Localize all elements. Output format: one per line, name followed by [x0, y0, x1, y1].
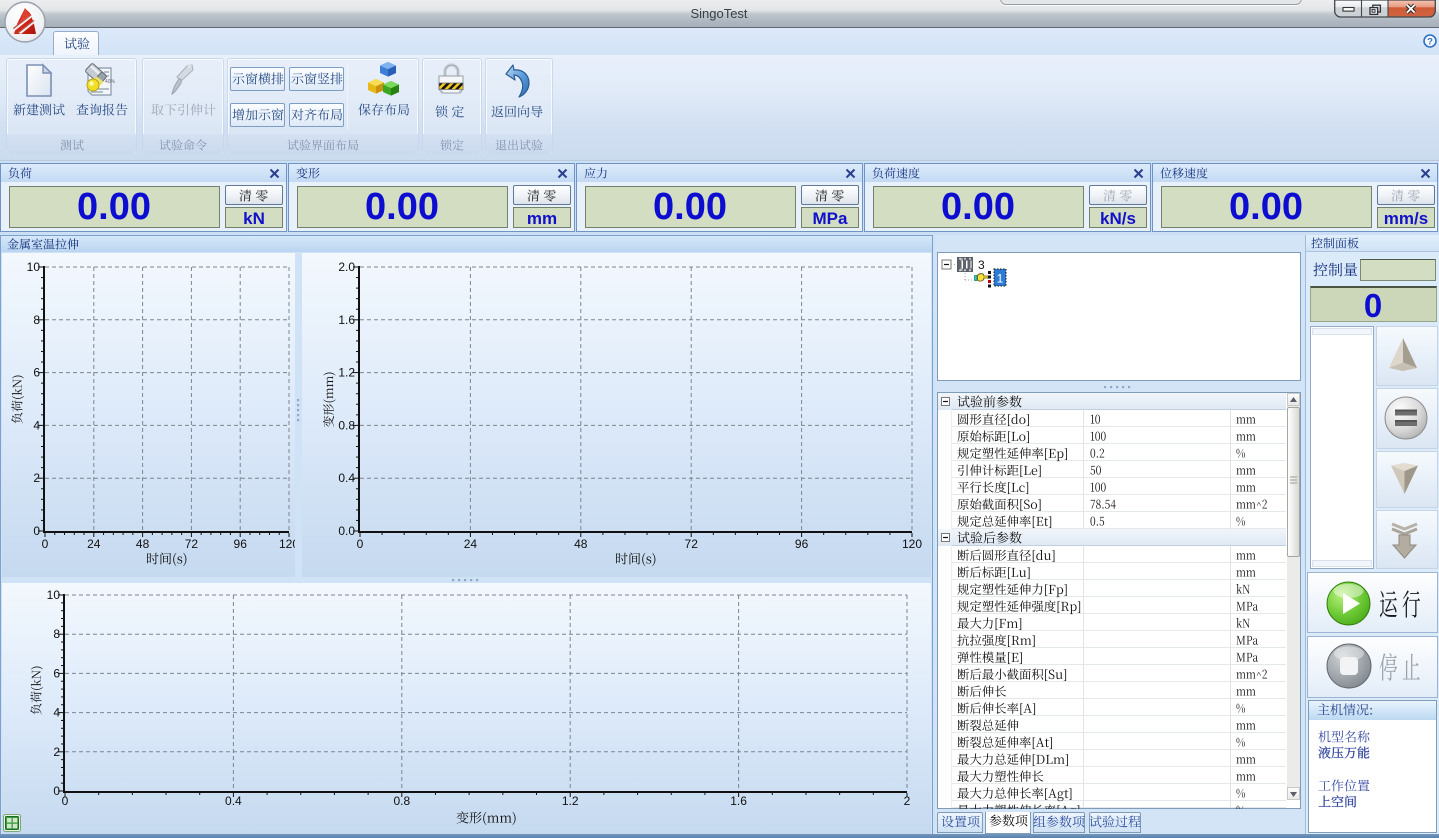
svg-text:24: 24 — [87, 537, 101, 551]
svg-text:8: 8 — [53, 627, 60, 641]
svg-text:4: 4 — [33, 418, 40, 432]
svg-text:1.2: 1.2 — [562, 794, 579, 808]
svg-text:1.6: 1.6 — [338, 313, 355, 327]
svg-text:6: 6 — [53, 666, 60, 680]
svg-text:24: 24 — [464, 537, 478, 551]
svg-text:0.8: 0.8 — [338, 418, 355, 432]
svg-text:48: 48 — [574, 537, 588, 551]
svg-text:4: 4 — [53, 706, 60, 720]
svg-text:1: 1 — [997, 272, 1004, 286]
svg-text:0: 0 — [62, 794, 69, 808]
svg-text:10: 10 — [47, 588, 61, 602]
svg-text:72: 72 — [685, 537, 699, 551]
svg-text:2.0: 2.0 — [338, 260, 355, 274]
svg-text:1.6: 1.6 — [730, 794, 747, 808]
svg-text:2: 2 — [53, 745, 60, 759]
svg-text:0.0: 0.0 — [338, 524, 355, 538]
svg-text:0: 0 — [33, 524, 40, 538]
svg-text:2: 2 — [904, 794, 911, 808]
svg-text:0: 0 — [357, 537, 364, 551]
svg-text:40%: 40% — [105, 79, 116, 85]
svg-text:72: 72 — [185, 537, 199, 551]
svg-text:120: 120 — [902, 537, 922, 551]
svg-text:1.2: 1.2 — [338, 366, 355, 380]
svg-text:0.8: 0.8 — [393, 794, 410, 808]
svg-text:8: 8 — [33, 313, 40, 327]
svg-text:?: ? — [1427, 36, 1433, 47]
svg-text:3: 3 — [978, 258, 985, 272]
svg-text:10: 10 — [27, 260, 41, 274]
svg-text:96: 96 — [234, 537, 248, 551]
svg-text:0.4: 0.4 — [225, 794, 242, 808]
svg-text:48: 48 — [136, 537, 150, 551]
svg-text:96: 96 — [795, 537, 809, 551]
svg-text:2: 2 — [33, 471, 40, 485]
svg-text:0: 0 — [53, 784, 60, 798]
svg-text:6: 6 — [33, 366, 40, 380]
svg-text:0: 0 — [42, 537, 49, 551]
svg-text:0.4: 0.4 — [338, 471, 355, 485]
